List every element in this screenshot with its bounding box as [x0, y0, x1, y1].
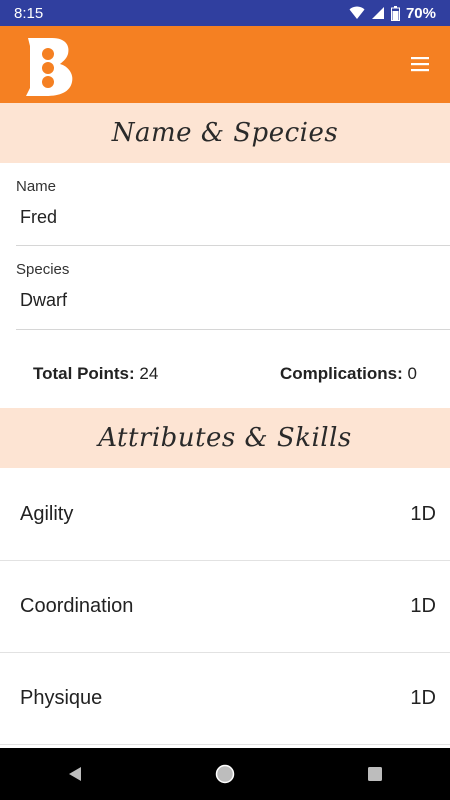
name-field[interactable]: Name Fred [16, 178, 450, 231]
battery-percent: 70% [405, 4, 436, 22]
back-icon [69, 767, 81, 781]
total-points-label: Total Points: [33, 364, 135, 383]
attribute-row-coordination[interactable]: Coordination 1D [0, 561, 450, 653]
name-label: Name [16, 178, 57, 195]
complications-value: 0 [407, 364, 417, 383]
section-header-name-species: Name & Species [0, 103, 450, 163]
complications: Complications: 0 [280, 364, 417, 388]
back-button[interactable] [61, 760, 89, 788]
wifi-icon [349, 6, 365, 19]
species-label: Species [16, 261, 70, 278]
attribute-name: Coordination [20, 595, 134, 617]
totals-row: Total Points: 24 Complications: 0 [33, 364, 417, 388]
system-nav-bar [0, 748, 450, 800]
battery-icon [390, 5, 400, 21]
status-time: 8:15 [14, 4, 44, 22]
home-icon [215, 764, 235, 784]
attribute-name: Agility [20, 503, 74, 525]
status-icons: 70% [349, 5, 436, 22]
attribute-dice: 1D [410, 503, 436, 525]
signal-icon [371, 7, 384, 19]
divider [16, 245, 450, 246]
attribute-row-physique[interactable]: Physique 1D [0, 653, 450, 745]
recents-button[interactable] [361, 760, 389, 788]
complications-label: Complications: [280, 364, 403, 383]
attribute-dice: 1D [410, 687, 436, 709]
section-header-attributes-skills: Attributes & Skills [0, 408, 450, 468]
attribute-name: Physique [20, 687, 103, 709]
total-points: Total Points: 24 [33, 364, 158, 388]
recents-icon [368, 767, 382, 781]
status-bar: 8:15 70% [0, 0, 450, 26]
app-bar [0, 26, 450, 103]
menu-icon[interactable] [410, 54, 430, 74]
species-value[interactable]: Dwarf [20, 290, 450, 314]
attribute-row-agility[interactable]: Agility 1D [0, 469, 450, 561]
species-field[interactable]: Species Dwarf [16, 261, 450, 314]
name-value[interactable]: Fred [20, 207, 450, 231]
app-logo [26, 38, 73, 96]
attribute-dice: 1D [410, 595, 436, 617]
divider [16, 329, 450, 330]
total-points-value: 24 [139, 364, 159, 383]
home-button[interactable] [211, 760, 239, 788]
